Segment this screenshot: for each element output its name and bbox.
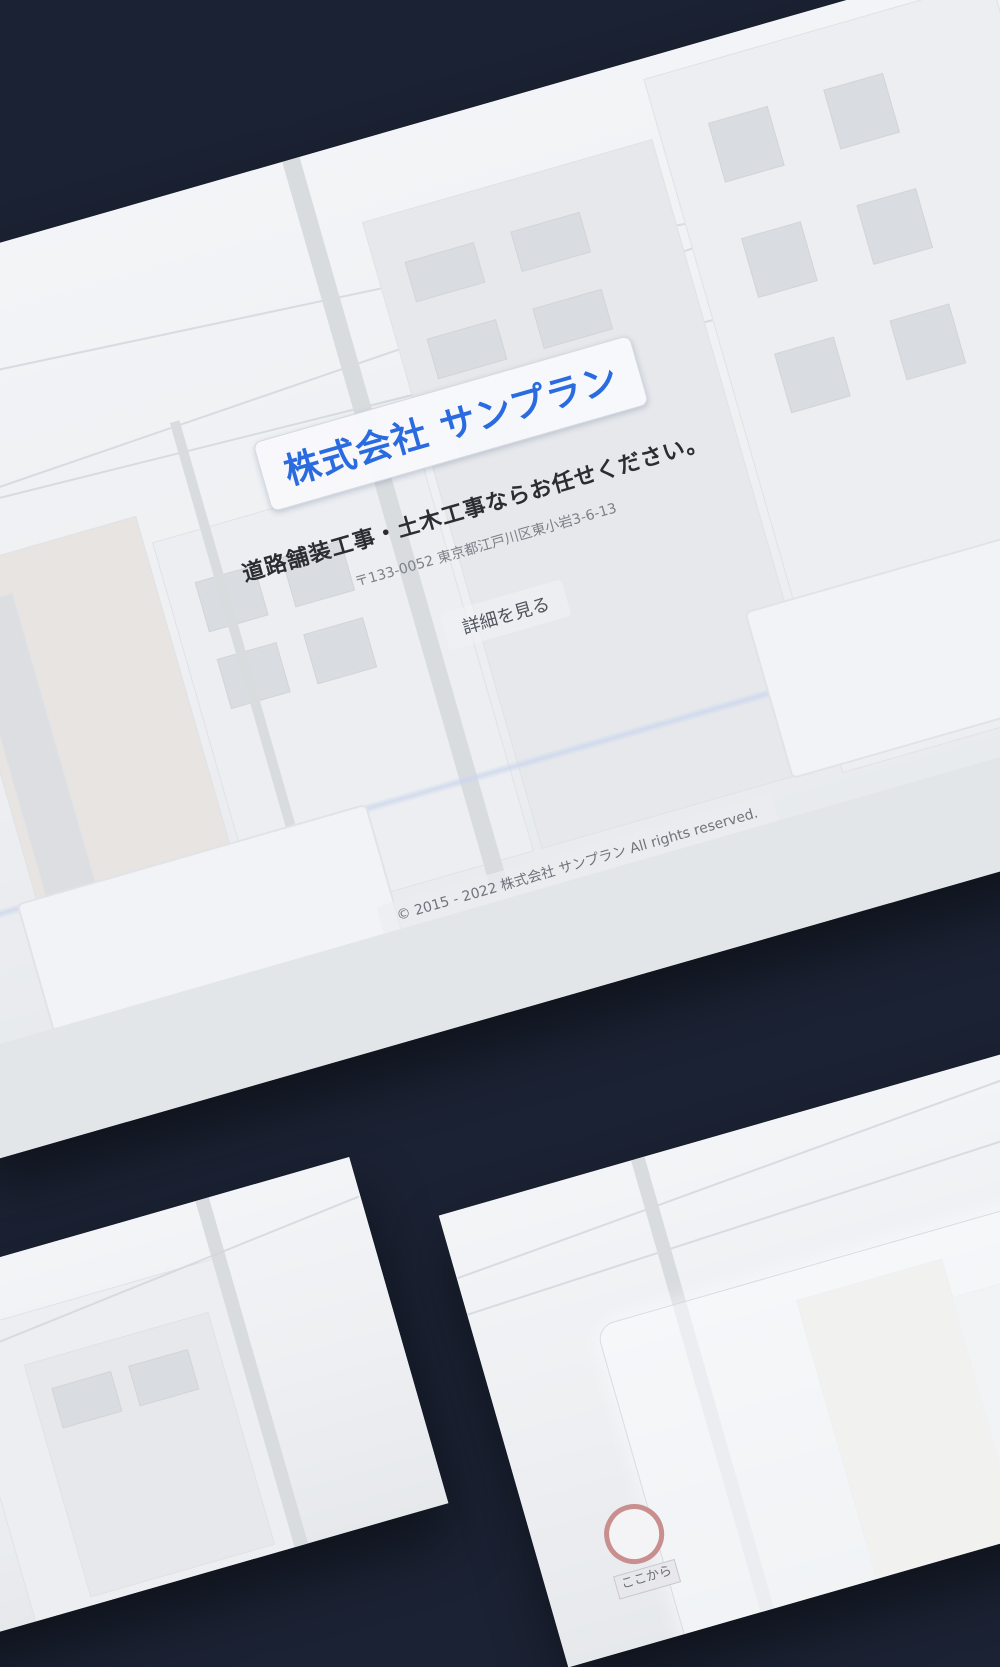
bottom-right-screenshot-card: ここから bbox=[438, 1022, 1000, 1667]
main-screenshot-card: 株式会社 サンプラン 道路舗装工事・土木工事ならお任せください。 〒133-00… bbox=[0, 0, 1000, 1163]
bottom-left-screenshot-card bbox=[0, 1157, 449, 1663]
